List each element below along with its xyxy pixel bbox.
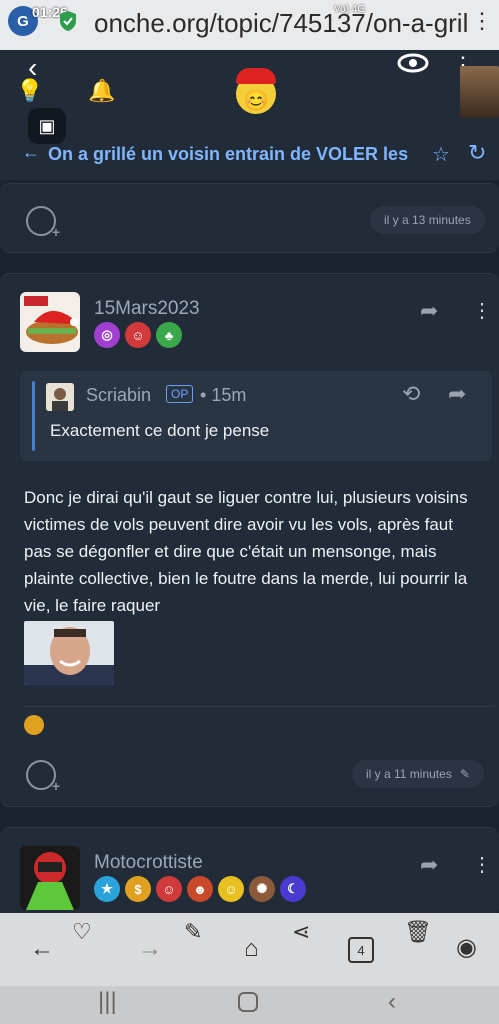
system-back-icon[interactable]: ‹ [388, 988, 396, 1016]
quoted-message: Scriabin OP • 15m ⟲ ➦ Exactement ce dont… [20, 371, 492, 461]
edit-pencil-icon: ✎ [459, 767, 470, 781]
tabs-icon[interactable]: 4 [348, 937, 374, 963]
pencil-icon[interactable]: ✎ [184, 919, 202, 945]
post-menu-icon[interactable]: ⋮ [472, 298, 492, 323]
badge-icon: ♣ [156, 322, 182, 348]
trash-icon[interactable]: 🗑 [404, 919, 432, 945]
site-header: ‹ ⋮ 💡 🔔 😊 ▣ ← On a grillé un voisin entr… [0, 50, 499, 180]
badge-icon: ◎ [94, 322, 120, 348]
post-author-avatar[interactable] [20, 846, 80, 910]
bell-icon[interactable]: 🔔 [88, 78, 115, 104]
post-timestamp: il y a 11 minutes ✎ [352, 760, 484, 788]
op-badge: OP [166, 385, 194, 403]
add-reaction-icon[interactable] [26, 760, 60, 794]
recents-icon[interactable]: ||| [98, 988, 117, 1016]
badge-icon: ☾ [280, 876, 306, 902]
url-text[interactable]: onche.org/topic/745137/on-a-gril [94, 8, 468, 39]
post-card: 15Mars2023 ◎ ☺ ♣ ➦ ⋮ Scriabin OP • 15m ⟲… [0, 273, 499, 807]
quote-bar [32, 381, 35, 451]
home-icon[interactable]: ⌂ [244, 935, 259, 963]
post-sticker-image[interactable] [24, 621, 114, 685]
bulb-icon[interactable]: 💡 [16, 78, 43, 104]
badge-icon: ✺ [249, 876, 275, 902]
reaction-emoji-icon[interactable] [24, 715, 44, 735]
post-author-name[interactable]: 15Mars2023 [94, 298, 200, 320]
badge-icon: ☺ [218, 876, 244, 902]
share-icon[interactable]: ➦ [420, 298, 438, 324]
post-menu-icon[interactable]: ⋮ [472, 852, 492, 877]
badge-icon: ☺ [125, 322, 151, 348]
quote-author-name[interactable]: Scriabin [86, 385, 151, 406]
share-icon[interactable]: ⋖ [292, 919, 310, 945]
topic-title-row: ← On a grillé un voisin entrain de VOLER… [0, 138, 499, 174]
browser-url-bar[interactable]: G 01:26 onche.org/topic/745137/on-a-gril… [0, 0, 499, 50]
badge-icon: ★ [94, 876, 120, 902]
topic-back-icon[interactable]: ← [22, 142, 40, 163]
refresh-icon[interactable]: ↻ [468, 140, 486, 166]
post-card: il y a 13 minutes [0, 183, 499, 253]
heart-icon[interactable]: ♡ [72, 919, 92, 945]
system-nav-bar: ||| ‹ [0, 986, 499, 1024]
star-icon[interactable]: ☆ [432, 142, 450, 167]
forward-arrow-icon[interactable]: → [138, 935, 162, 963]
badge-icon: ☺ [156, 876, 182, 902]
browser-bottom-toolbar: ♡ ✎ ⋖ 🗑 ← → ⌂ 4 ◉ [0, 913, 499, 986]
quote-text: Exactement ce dont je pense [50, 421, 270, 440]
site-logo[interactable]: 😊 [236, 68, 276, 114]
post-card: Motocrottiste ★ $ ☺ ☻ ☺ ✺ ☾ ➦ ⋮ [0, 827, 499, 917]
back-arrow-icon[interactable]: ← [30, 935, 54, 963]
topic-title[interactable]: On a grillé un voisin entrain de VOLER l… [48, 144, 418, 165]
divider [24, 706, 494, 707]
secure-shield-icon [60, 11, 76, 31]
share-icon[interactable]: ➦ [448, 381, 466, 407]
badge-icon: ☻ [187, 876, 213, 902]
quote-time: • 15m [200, 385, 247, 405]
quote-author-avatar[interactable] [46, 383, 74, 411]
badge-icon: $ [125, 876, 151, 902]
post-body: Donc je dirai qu'il gaut se liguer contr… [24, 488, 468, 615]
share-icon[interactable]: ➦ [420, 852, 438, 878]
eye-icon[interactable] [396, 50, 430, 76]
history-icon[interactable]: ⟲ [402, 381, 420, 407]
add-reaction-icon[interactable] [26, 206, 60, 240]
post-timestamp: il y a 13 minutes [370, 206, 485, 234]
account-icon[interactable]: ◉ [456, 933, 477, 962]
user-avatar[interactable] [460, 66, 499, 118]
author-badges: ◎ ☺ ♣ [94, 322, 182, 348]
browser-menu-icon[interactable]: ⋮ [471, 8, 493, 34]
post-author-avatar[interactable] [20, 292, 80, 352]
author-badges: ★ $ ☺ ☻ ☺ ✺ ☾ [94, 876, 306, 902]
status-indicators: Vo) 4G [334, 4, 366, 15]
home-button-icon[interactable] [238, 992, 258, 1012]
post-author-name[interactable]: Motocrottiste [94, 852, 203, 874]
